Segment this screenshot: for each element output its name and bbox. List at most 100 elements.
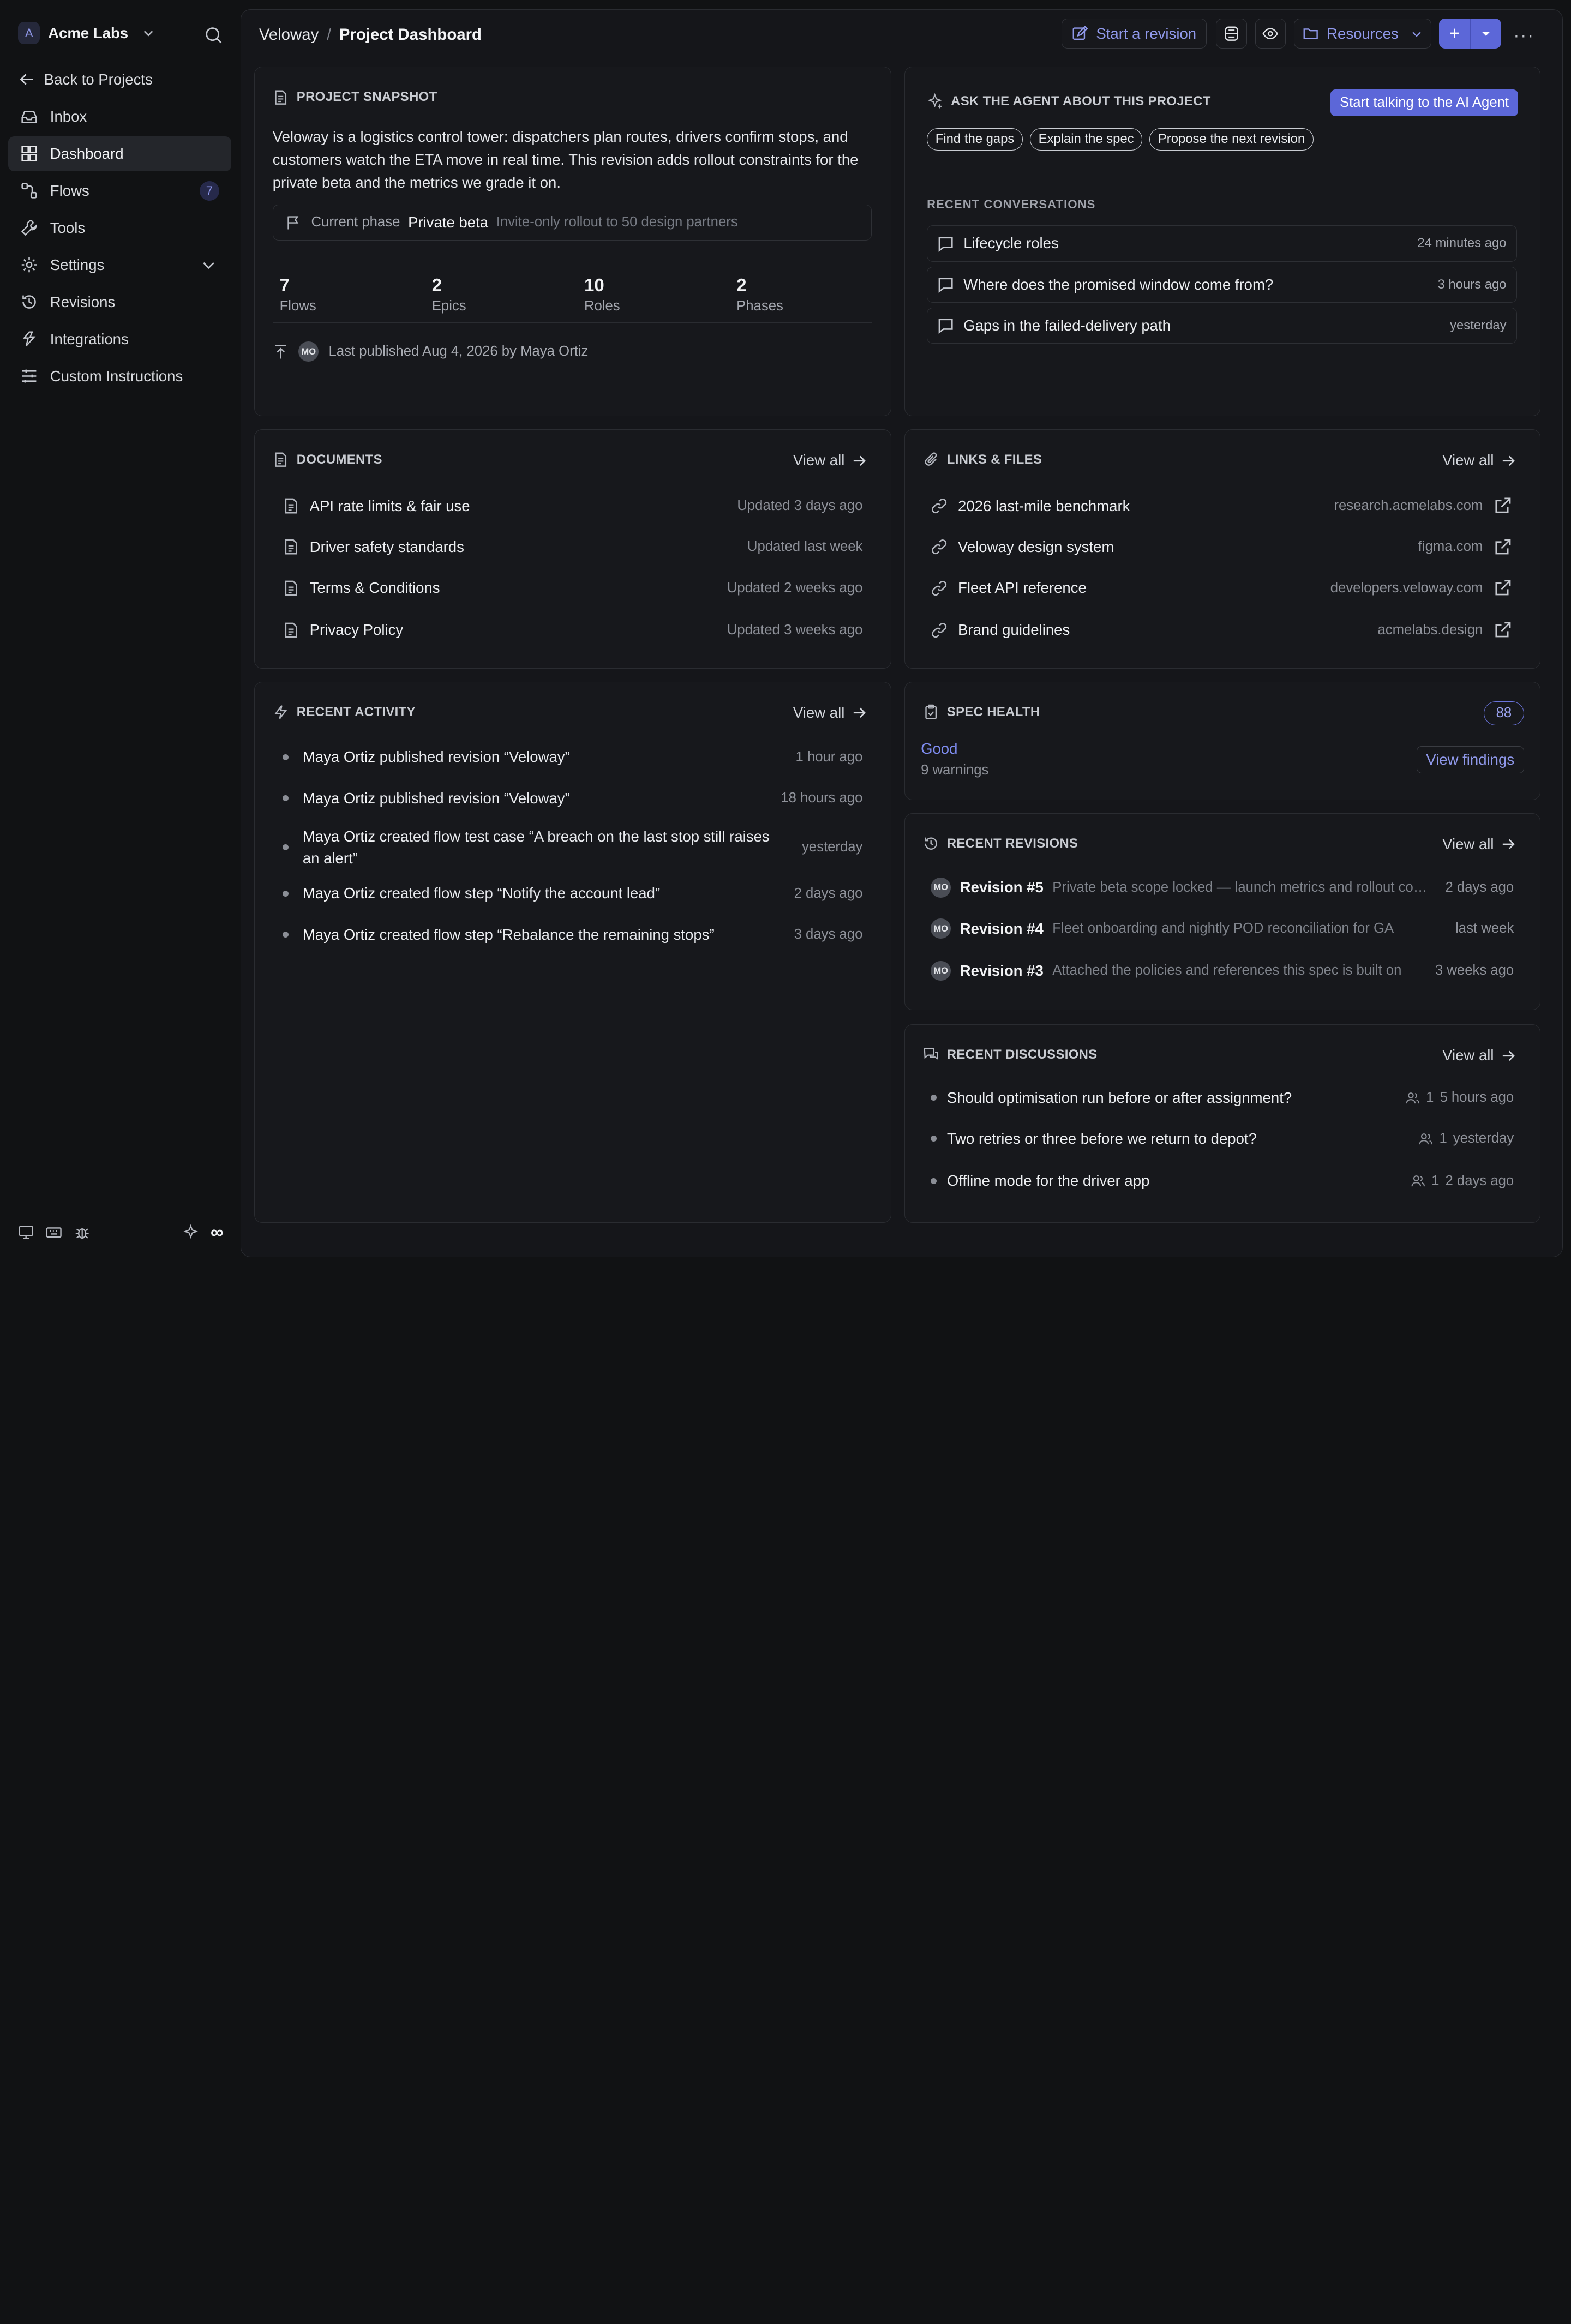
discussion-item[interactable]: Two retries or three before we return to…	[931, 1130, 1514, 1148]
external-link-icon[interactable]	[1493, 621, 1512, 640]
chevron-down-icon[interactable]	[200, 256, 218, 274]
phase-description: Invite-only rollout to 50 design partner…	[496, 214, 738, 230]
sidebar-item-flows[interactable]: Flows 7	[8, 173, 232, 208]
discussion-item[interactable]: Offline mode for the driver app 1 2 days…	[931, 1172, 1514, 1190]
activity-item: Maya Ortiz published revision “Veloway” …	[283, 788, 862, 809]
sidebar-item-revisions[interactable]: Revisions	[8, 285, 232, 320]
link-item[interactable]: Fleet API reference developers.veloway.c…	[931, 576, 1512, 600]
breadcrumb-project[interactable]: Veloway	[259, 26, 319, 44]
start-agent-button[interactable]: Start talking to the AI Agent	[1330, 89, 1518, 117]
snapshot-title: Project Snapshot	[273, 89, 437, 105]
chip-explain-spec[interactable]: Explain the spec	[1029, 128, 1143, 151]
snapshot-title-text: Project Snapshot	[296, 89, 437, 105]
conversation-item[interactable]: Gaps in the failed-delivery path yesterd…	[927, 308, 1517, 344]
dashboard-icon	[21, 146, 37, 162]
link-item[interactable]: 2026 last-mile benchmark research.acmela…	[931, 494, 1512, 518]
discussion-item[interactable]: Should optimisation run before or after …	[931, 1089, 1514, 1107]
sidebar-item-integrations[interactable]: Integrations	[8, 322, 232, 357]
revision-item[interactable]: MO Revision #4 Fleet onboarding and nigh…	[931, 918, 1514, 939]
activity-action: published revision “Veloway”	[375, 748, 570, 766]
resources-dropdown[interactable]: Resources	[1294, 19, 1431, 49]
compare-button[interactable]	[1215, 19, 1247, 49]
chat-bubbles-icon	[924, 1048, 938, 1060]
document-icon	[285, 498, 297, 514]
activity-actor[interactable]: Maya Ortiz	[303, 790, 375, 807]
monitor-icon[interactable]	[18, 1224, 34, 1240]
add-menu-chevron[interactable]	[1471, 19, 1501, 49]
document-item[interactable]: API rate limits & fair use Updated 3 day…	[283, 494, 862, 518]
breadcrumb: Veloway / Project Dashboard	[259, 26, 482, 44]
conversation-item[interactable]: Where does the promised window come from…	[927, 266, 1517, 303]
chip-find-gaps[interactable]: Find the gaps	[927, 128, 1023, 151]
revisions-view-all[interactable]: View all	[1442, 836, 1516, 853]
conversation-time: 3 hours ago	[1437, 277, 1507, 292]
discussions-view-all[interactable]: View all	[1442, 1047, 1516, 1064]
infinity-toggle[interactable]: ∞	[211, 1222, 224, 1243]
link-item[interactable]: Brand guidelines acmelabs.design	[931, 618, 1512, 642]
participant-count: 1	[1439, 1131, 1447, 1146]
external-link-icon[interactable]	[1493, 538, 1512, 557]
chevron-down-icon	[1482, 31, 1490, 36]
external-link-icon[interactable]	[1493, 496, 1512, 515]
activity-action: created flow step “Notify the account le…	[375, 885, 661, 902]
documents-card: Documents View all API rate limits & fai…	[254, 429, 891, 669]
sidebar-item-inbox[interactable]: Inbox	[8, 99, 232, 134]
view-all-label: View all	[1442, 1047, 1494, 1064]
revision-item[interactable]: MO Revision #3 Attached the policies and…	[931, 960, 1514, 981]
activity-action: published revision “Veloway”	[375, 789, 570, 807]
links-title-text: Links & Files	[946, 452, 1042, 467]
document-icon	[285, 580, 297, 596]
keyboard-icon[interactable]	[46, 1224, 62, 1240]
chip-propose-revision[interactable]: Propose the next revision	[1149, 128, 1314, 151]
revision-desc: Private beta scope locked — launch metri…	[1052, 879, 1429, 895]
prompt-chips: Find the gaps Explain the spec Propose t…	[927, 128, 1314, 151]
document-item[interactable]: Driver safety standards Updated last wee…	[283, 535, 862, 559]
conversation-item[interactable]: Lifecycle roles 24 minutes ago	[927, 225, 1517, 262]
org-switcher[interactable]: A Acme Labs	[18, 22, 154, 44]
documents-view-all[interactable]: View all	[793, 452, 867, 469]
link-item[interactable]: Veloway design system figma.com	[931, 535, 1512, 559]
document-item[interactable]: Privacy Policy Updated 3 weeks ago	[283, 618, 862, 642]
external-link-icon[interactable]	[1493, 579, 1512, 598]
document-name: Privacy Policy	[309, 621, 404, 639]
preview-button[interactable]	[1255, 19, 1286, 49]
health-warnings: 9 warnings	[921, 762, 989, 778]
documents-title: Documents	[273, 452, 382, 467]
sidebar-item-dashboard[interactable]: Dashboard	[8, 136, 232, 172]
sidebar-item-tools[interactable]: Tools	[8, 211, 232, 245]
flag-icon	[287, 216, 299, 230]
stat-flows: 7 Flows	[280, 275, 316, 314]
integrations-icon	[22, 331, 36, 347]
bullet	[283, 844, 289, 851]
project-snapshot-card: Project Snapshot Veloway is a logistics …	[254, 67, 891, 417]
link-icon	[932, 622, 947, 638]
sidebar-nav: Back to Projects Inbox Dashboard Flows 7…	[8, 62, 232, 396]
view-findings-button[interactable]: View findings	[1416, 746, 1524, 774]
start-revision-button[interactable]: Start a revision	[1062, 19, 1207, 49]
activity-actor[interactable]: Maya Ortiz	[303, 926, 375, 943]
add-button[interactable]: +	[1439, 19, 1470, 49]
bug-icon[interactable]	[74, 1224, 90, 1240]
stat-value: 7	[279, 275, 290, 296]
activity-action: created flow step “Rebalance the remaini…	[375, 926, 715, 943]
sidebar-item-custom-instructions[interactable]: Custom Instructions	[8, 359, 232, 394]
start-revision-label: Start a revision	[1096, 25, 1197, 42]
sidebar-item-label: Flows	[50, 182, 89, 199]
link-domain: research.acmelabs.com	[1334, 498, 1483, 514]
document-item[interactable]: Terms & Conditions Updated 2 weeks ago	[283, 576, 862, 600]
conversation-time: yesterday	[1450, 318, 1507, 333]
more-options-button[interactable]: ···	[1513, 26, 1534, 46]
activity-actor[interactable]: Maya Ortiz	[303, 828, 375, 845]
links-view-all[interactable]: View all	[1442, 452, 1516, 469]
revision-item[interactable]: MO Revision #5 Private beta scope locked…	[931, 878, 1514, 898]
activity-title-text: Recent Activity	[296, 705, 416, 720]
sidebar-item-settings[interactable]: Settings	[8, 248, 232, 283]
activity-text: Maya Ortiz published revision “Veloway”	[303, 788, 767, 809]
activity-actor[interactable]: Maya Ortiz	[303, 885, 375, 902]
sparkle-icon[interactable]	[183, 1224, 199, 1240]
back-to-projects-link[interactable]: Back to Projects	[8, 62, 232, 97]
search-icon[interactable]	[205, 26, 223, 44]
agent-title-text: Ask the agent about this project	[951, 93, 1211, 109]
activity-view-all[interactable]: View all	[793, 704, 867, 722]
activity-actor[interactable]: Maya Ortiz	[303, 748, 375, 765]
